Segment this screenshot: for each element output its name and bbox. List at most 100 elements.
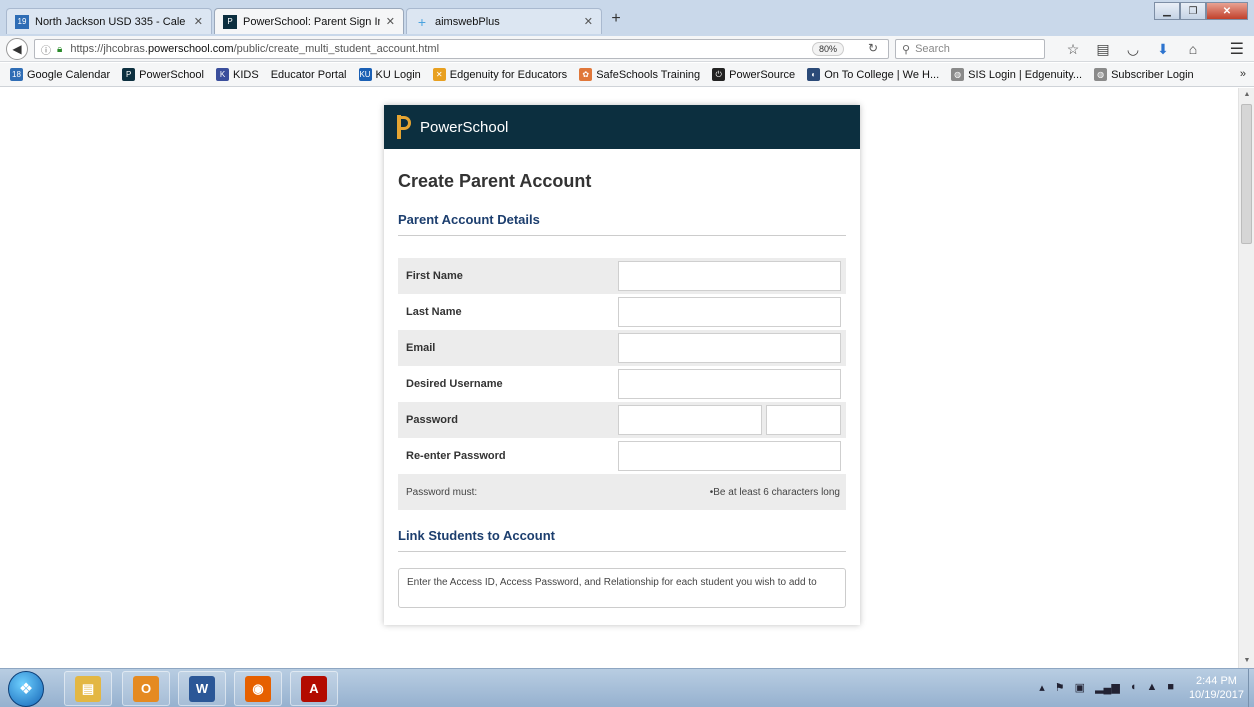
- toolbar-icons: ☆ ▤ ◡ ⬇ ⌂: [1058, 40, 1208, 58]
- scroll-down-icon[interactable]: ▼: [1239, 654, 1254, 668]
- bookmark-label: On To College | We H...: [824, 68, 940, 81]
- scroll-up-icon[interactable]: ▲: [1239, 88, 1254, 102]
- first-name-field[interactable]: [618, 261, 841, 291]
- new-tab-button[interactable]: +: [605, 10, 627, 30]
- tab-title: North Jackson USD 335 - Cale: [35, 15, 186, 28]
- tab-north-jackson[interactable]: 19 North Jackson USD 335 - Cale ✕: [6, 8, 212, 34]
- drive-sync-icon[interactable]: ▲: [1146, 681, 1157, 694]
- office-tray-icon[interactable]: ■: [1167, 681, 1174, 694]
- bookmark-label: KIDS: [233, 68, 259, 81]
- bookmark-item[interactable]: Educator Portal: [271, 69, 347, 81]
- tray-expand-icon[interactable]: ▴: [1039, 681, 1045, 694]
- tab-powerschool[interactable]: P PowerSchool: Parent Sign In ✕: [214, 8, 404, 34]
- acrobat-icon: A: [301, 675, 327, 702]
- edgenuity-icon: ✕: [432, 68, 446, 81]
- bookmark-label: Google Calendar: [27, 68, 111, 81]
- reading-list-icon[interactable]: ▤: [1088, 40, 1118, 58]
- safeschools-icon: ✿: [579, 68, 593, 81]
- password-strength-box: [766, 405, 841, 435]
- password-field[interactable]: [618, 405, 762, 435]
- taskbar-app-button[interactable]: ▤: [64, 671, 112, 706]
- info-icon[interactable]: ⓘ: [39, 42, 53, 57]
- bookmark-item[interactable]: K KIDS: [216, 68, 259, 81]
- restore-button[interactable]: ❐: [1180, 2, 1206, 20]
- minimize-button[interactable]: ▁: [1154, 2, 1180, 20]
- window-controls: ▁ ❐ ✕: [1154, 2, 1248, 20]
- bookmark-star-icon[interactable]: ☆: [1058, 40, 1088, 58]
- bookmark-label: PowerSource: [729, 68, 796, 81]
- bookmark-item[interactable]: 18 Google Calendar: [10, 68, 110, 81]
- bookmarks-overflow-icon[interactable]: »: [1240, 68, 1246, 80]
- bookmark-item[interactable]: ◐ On To College | We H...: [807, 68, 939, 81]
- card-header: PowerSchool: [384, 105, 860, 149]
- reload-icon[interactable]: ↻: [868, 41, 878, 55]
- bookmark-label: SIS Login | Edgenuity...: [968, 68, 1083, 81]
- globe-icon: ◍: [1094, 68, 1108, 81]
- calendar-icon: 18: [10, 68, 23, 81]
- taskbar-app-button[interactable]: A: [290, 671, 338, 706]
- menu-icon[interactable]: ☰: [1230, 39, 1244, 59]
- last-name-field[interactable]: [618, 297, 841, 327]
- vertical-scrollbar[interactable]: ▲ ▼: [1238, 88, 1254, 668]
- bookmark-label: Subscriber Login: [1111, 68, 1194, 81]
- form-row-email: Email: [398, 330, 846, 366]
- taskbar-app-button[interactable]: ◉: [234, 671, 282, 706]
- college-icon: ◐: [807, 68, 821, 81]
- card-body: Create Parent Account Parent Account Det…: [384, 171, 860, 608]
- bookmark-item[interactable]: ◍ Subscriber Login: [1094, 68, 1194, 81]
- system-clock[interactable]: 2:44 PM 10/19/2017: [1189, 674, 1244, 702]
- tab-aimsweb[interactable]: + aimswebPlus ✕: [406, 8, 602, 34]
- last-name-label: Last Name: [406, 306, 462, 318]
- close-icon[interactable]: ✕: [380, 15, 395, 28]
- firefox-icon: ◉: [245, 675, 271, 702]
- back-arrow-icon: ◀: [12, 42, 22, 56]
- bookmark-item[interactable]: ✕ Edgenuity for Educators: [432, 68, 567, 81]
- home-icon[interactable]: ⌂: [1178, 40, 1208, 58]
- account-form: First Name Last Name Email Desired Usern…: [398, 258, 846, 510]
- outlook-icon: O: [133, 675, 159, 702]
- bookmark-item[interactable]: P PowerSchool: [122, 68, 204, 81]
- network-signal-icon[interactable]: ▂▄▆: [1095, 681, 1120, 694]
- close-icon[interactable]: ✕: [578, 15, 593, 28]
- bookmark-item[interactable]: ✿ SafeSchools Training: [579, 68, 700, 81]
- taskbar-app-button[interactable]: O: [122, 671, 170, 706]
- action-center-flag-icon[interactable]: ⚑: [1055, 681, 1065, 694]
- clock-date: 10/19/2017: [1188, 689, 1244, 701]
- pocket-icon[interactable]: ◡: [1118, 40, 1148, 58]
- bookmark-label: Educator Portal: [270, 68, 347, 81]
- scroll-thumb[interactable]: [1241, 104, 1252, 244]
- bookmark-item[interactable]: KU KU Login: [358, 68, 421, 81]
- powerschool-logo-icon: [396, 115, 412, 139]
- url-bar[interactable]: ⓘ 🔒︎ https://jhcobras.powerschool.com/pu…: [34, 39, 889, 59]
- windows-taskbar: ❖ ▤ O W ◉ A ▴ ⚑ ▣ ▂▄▆ ◖ ▲ ■ 2:44 PM 10/19/20…: [0, 668, 1254, 707]
- clock-time: 2:44 PM: [1195, 675, 1237, 687]
- bookmark-item[interactable]: ⏻ PowerSource: [712, 68, 795, 81]
- zoom-level[interactable]: 80%: [811, 42, 844, 56]
- reenter-password-field[interactable]: [618, 441, 841, 471]
- back-button[interactable]: ◀: [6, 38, 28, 60]
- volume-icon[interactable]: ◖: [1130, 681, 1137, 694]
- search-input[interactable]: ⚲ Search: [895, 39, 1045, 59]
- show-desktop-button[interactable]: [1248, 669, 1254, 707]
- username-label: Desired Username: [406, 378, 503, 390]
- taskbar-app-button[interactable]: W: [178, 671, 226, 706]
- section-title-students: Link Students to Account: [398, 528, 846, 552]
- reenter-password-label: Re-enter Password: [406, 450, 506, 462]
- download-icon[interactable]: ⬇: [1148, 40, 1178, 58]
- url-text: https://jhcobras.powerschool.com/public/…: [70, 43, 440, 55]
- form-row-password-rules: Password must: •Be at least 6 characters…: [398, 474, 846, 510]
- power-icon: ⏻: [712, 68, 726, 81]
- email-label: Email: [406, 342, 436, 354]
- close-window-button[interactable]: ✕: [1206, 2, 1248, 20]
- username-field[interactable]: [618, 369, 841, 399]
- email-field[interactable]: [618, 333, 841, 363]
- form-row-first-name: First Name: [398, 258, 846, 294]
- bookmark-item[interactable]: ◍ SIS Login | Edgenuity...: [951, 68, 1082, 81]
- lock-icon[interactable]: 🔒︎: [57, 44, 62, 55]
- start-button[interactable]: ❖: [8, 671, 44, 707]
- device-icon[interactable]: ▣: [1075, 681, 1085, 694]
- password-rules-label: Password must:: [406, 486, 478, 498]
- globe-icon: ◍: [951, 68, 965, 81]
- form-row-username: Desired Username: [398, 366, 846, 402]
- close-icon[interactable]: ✕: [188, 15, 203, 28]
